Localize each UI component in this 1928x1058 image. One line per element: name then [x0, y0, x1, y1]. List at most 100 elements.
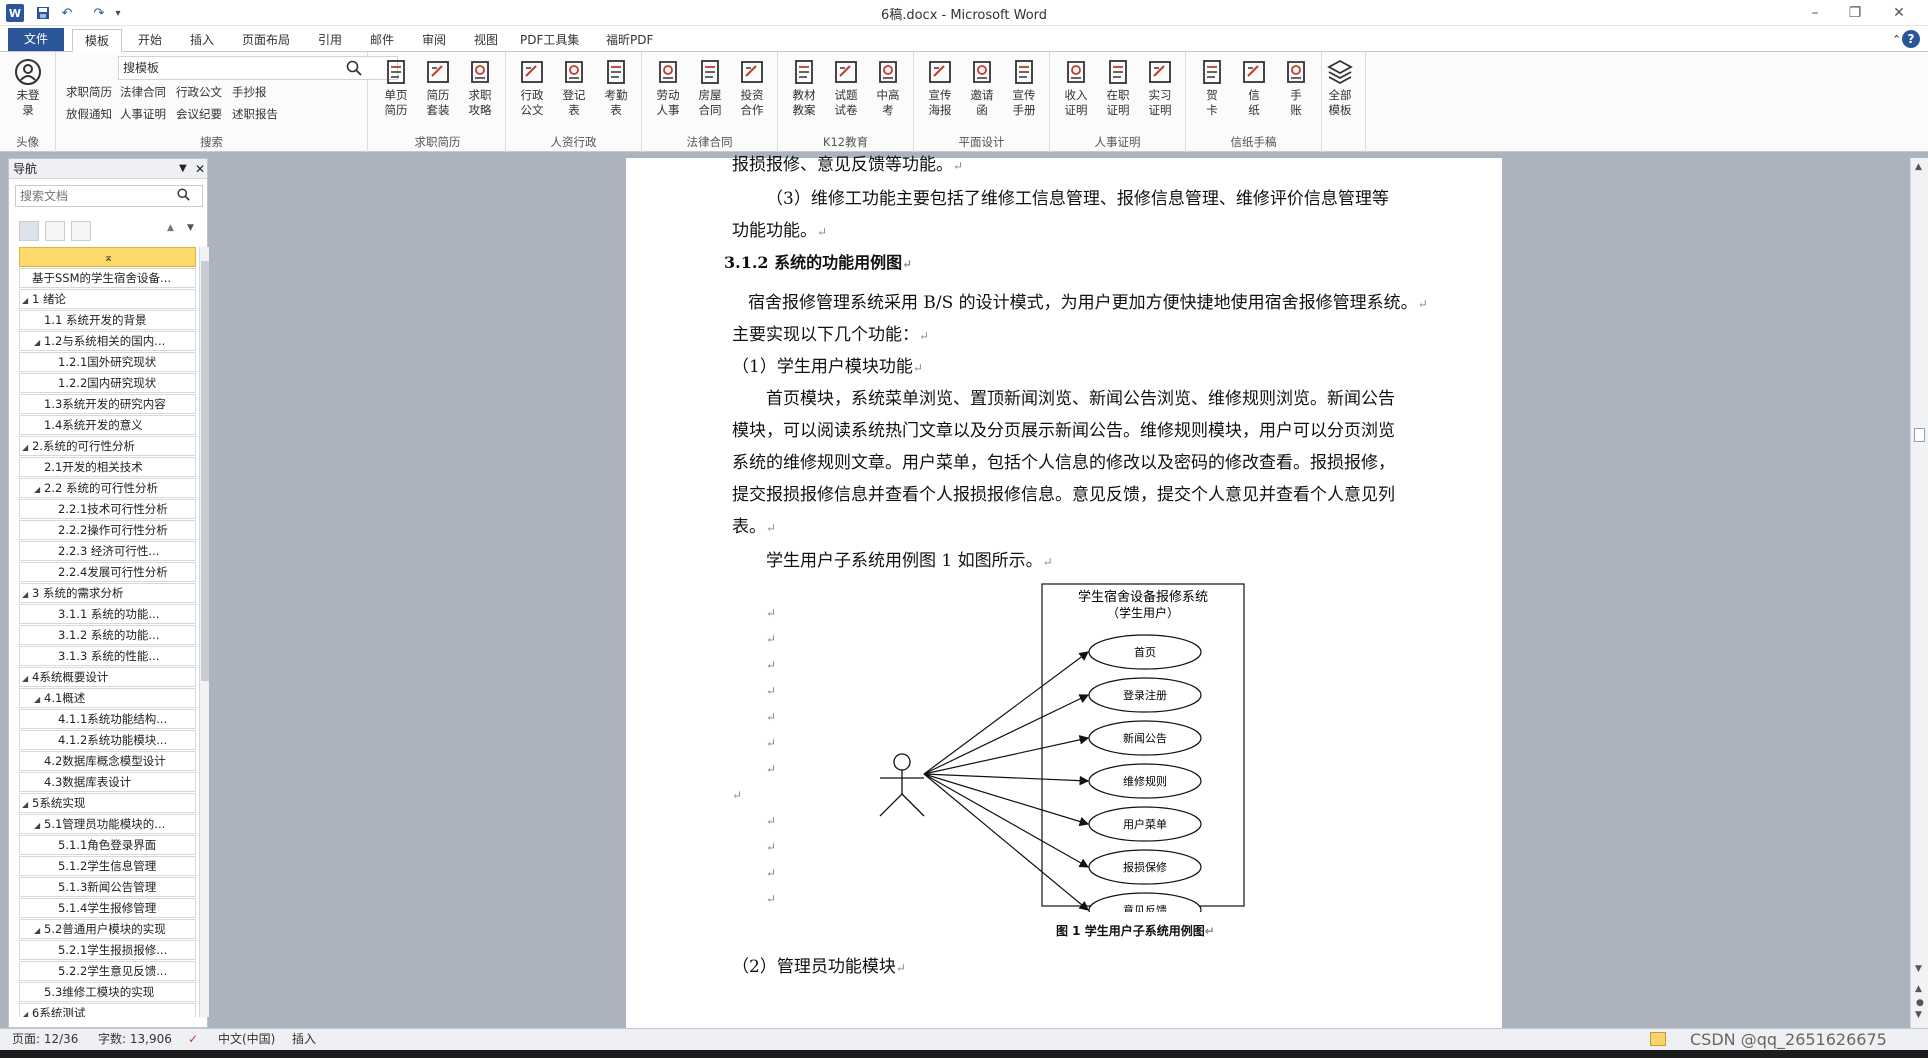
- browse-object-icon[interactable]: ●: [1916, 998, 1924, 1008]
- tab-review[interactable]: 审阅: [414, 29, 454, 52]
- template-button[interactable]: 教材 教案: [784, 58, 824, 128]
- template-button[interactable]: 手 账: [1276, 58, 1316, 128]
- search-link[interactable]: 手抄报: [232, 84, 267, 100]
- all-templates-button[interactable]: 全部 模板: [1320, 58, 1360, 128]
- template-button[interactable]: 试题 试卷: [826, 58, 866, 128]
- tab-home[interactable]: 开始: [130, 29, 170, 52]
- scroll-down-icon[interactable]: ▼: [1915, 964, 1922, 974]
- nav-heading-item[interactable]: ◢ 4系统概要设计: [19, 667, 196, 687]
- nav-heading-item[interactable]: 2.1开发的相关技术: [19, 457, 196, 477]
- template-button[interactable]: 实习 证明: [1140, 58, 1180, 128]
- nav-heading-item[interactable]: ◢ 1 绪论: [19, 289, 196, 309]
- results-view-icon[interactable]: [71, 221, 91, 241]
- nav-heading-item[interactable]: ◢ 2.2 系统的可行性分析: [19, 478, 196, 498]
- expand-triangle-icon[interactable]: ◢: [34, 816, 44, 833]
- nav-heading-item[interactable]: 1.3系统开发的研究内容: [19, 394, 196, 414]
- nav-heading-item[interactable]: ◢ 4.1概述: [19, 688, 196, 708]
- expand-triangle-icon[interactable]: ◢: [22, 438, 32, 455]
- headings-view-icon[interactable]: [19, 221, 39, 241]
- tab-file[interactable]: 文件: [8, 28, 64, 51]
- nav-heading-item[interactable]: 3.1.3 系统的性能...: [19, 646, 196, 666]
- template-button[interactable]: 信 纸: [1234, 58, 1274, 128]
- tab-template[interactable]: 模板: [72, 29, 122, 52]
- nav-close-icon[interactable]: ✕: [195, 159, 205, 179]
- template-button[interactable]: 简历 套装: [418, 58, 458, 128]
- template-button[interactable]: 中高 考: [868, 58, 908, 128]
- nav-heading-item[interactable]: 5.1.4学生报修管理: [19, 898, 196, 918]
- page-count[interactable]: 页面: 12/36: [12, 1029, 78, 1050]
- expand-triangle-icon[interactable]: ◢: [22, 585, 32, 602]
- expand-triangle-icon[interactable]: ◢: [34, 333, 44, 350]
- tab-page-layout[interactable]: 页面布局: [234, 29, 298, 52]
- minimize-icon[interactable]: –: [1800, 2, 1830, 24]
- tab-insert[interactable]: 插入: [182, 29, 222, 52]
- template-button[interactable]: 行政 公文: [512, 58, 552, 128]
- nav-heading-item[interactable]: 3.1.2 系统的功能...: [19, 625, 196, 645]
- nav-heading-item[interactable]: 5.2.1学生报损报修...: [19, 940, 196, 960]
- template-button[interactable]: 宣传 手册: [1004, 58, 1044, 128]
- expand-triangle-icon[interactable]: ◢: [34, 921, 44, 938]
- nav-heading-item[interactable]: 5.1.3新闻公告管理: [19, 877, 196, 897]
- insert-mode[interactable]: 插入: [292, 1029, 316, 1050]
- template-button[interactable]: 房屋 合同: [690, 58, 730, 128]
- login-button[interactable]: 未登 录: [8, 58, 48, 128]
- search-link[interactable]: 述职报告: [232, 106, 278, 122]
- print-layout-icon[interactable]: [1650, 1032, 1666, 1046]
- nav-heading-item[interactable]: 基于SSM的学生宿舍设备...: [19, 268, 196, 288]
- nav-heading-item[interactable]: 2.2.4发展可行性分析: [19, 562, 196, 582]
- nav-heading-item[interactable]: ⌅: [19, 247, 196, 267]
- tab-pdf-tools[interactable]: PDF工具集: [512, 29, 587, 52]
- nav-heading-item[interactable]: 4.3数据库表设计: [19, 772, 196, 792]
- nav-heading-item[interactable]: 4.1.2系统功能模块...: [19, 730, 196, 750]
- expand-triangle-icon[interactable]: ◢: [22, 291, 32, 308]
- nav-scroll-thumb[interactable]: [201, 261, 209, 681]
- scroll-up-icon[interactable]: ▲: [1915, 162, 1922, 172]
- restore-icon[interactable]: ❐: [1840, 2, 1870, 24]
- search-icon[interactable]: [346, 60, 362, 79]
- nav-heading-item[interactable]: ◢ 6系统测试: [19, 1003, 196, 1017]
- pages-view-icon[interactable]: [45, 221, 65, 241]
- nav-heading-item[interactable]: 1.2.1国外研究现状: [19, 352, 196, 372]
- nav-heading-item[interactable]: ◢ 1.2与系统相关的国内...: [19, 331, 196, 351]
- template-button[interactable]: 邀请 函: [962, 58, 1002, 128]
- template-button[interactable]: 考勤 表: [596, 58, 636, 128]
- tab-references[interactable]: 引用: [310, 29, 350, 52]
- nav-heading-item[interactable]: ◢ 3 系统的需求分析: [19, 583, 196, 603]
- next-heading-icon[interactable]: ▼: [187, 223, 194, 233]
- nav-heading-item[interactable]: 1.4系统开发的意义: [19, 415, 196, 435]
- nav-heading-item[interactable]: 4.1.1系统功能结构...: [19, 709, 196, 729]
- search-link[interactable]: 求职简历: [66, 84, 112, 100]
- expand-triangle-icon[interactable]: ◢: [34, 690, 44, 707]
- tab-foxit-pdf[interactable]: 福昕PDF: [598, 29, 661, 52]
- template-button[interactable]: 登记 表: [554, 58, 594, 128]
- word-count[interactable]: 字数: 13,906: [98, 1029, 172, 1050]
- search-link[interactable]: 人事证明: [120, 106, 166, 122]
- nav-scrollbar[interactable]: [199, 247, 209, 1017]
- nav-heading-item[interactable]: 3.1.1 系统的功能...: [19, 604, 196, 624]
- search-link[interactable]: 放假通知: [66, 106, 112, 122]
- search-link[interactable]: 行政公文: [176, 84, 222, 100]
- search-link[interactable]: 法律合同: [120, 84, 166, 100]
- template-button[interactable]: 单页 简历: [376, 58, 416, 128]
- nav-heading-item[interactable]: 1.1 系统开发的背景: [19, 310, 196, 330]
- search-link[interactable]: 会议纪要: [176, 106, 222, 122]
- nav-heading-item[interactable]: 5.3维修工模块的实现: [19, 982, 196, 1002]
- document-page[interactable]: 报损报修、意见反馈等功能。↵ （3）维修工功能主要包括了维修工信息管理、报修信息…: [626, 155, 1502, 1028]
- nav-heading-item[interactable]: 5.1.1角色登录界面: [19, 835, 196, 855]
- scroll-thumb[interactable]: [1914, 428, 1925, 442]
- prev-heading-icon[interactable]: ▲: [167, 223, 174, 233]
- nav-heading-item[interactable]: ◢ 2.系统的可行性分析: [19, 436, 196, 456]
- template-button[interactable]: 收入 证明: [1056, 58, 1096, 128]
- nav-search-icon[interactable]: [177, 188, 190, 204]
- expand-triangle-icon[interactable]: ◢: [22, 795, 32, 812]
- proofing-icon[interactable]: ✓: [188, 1029, 198, 1050]
- close-icon[interactable]: ✕: [1884, 2, 1914, 24]
- tab-mailings[interactable]: 邮件: [362, 29, 402, 52]
- template-button[interactable]: 贺 卡: [1192, 58, 1232, 128]
- nav-heading-item[interactable]: ◢ 5.1管理员功能模块的...: [19, 814, 196, 834]
- template-button[interactable]: 宣传 海报: [920, 58, 960, 128]
- help-icon[interactable]: ?: [1902, 30, 1920, 48]
- template-button[interactable]: 求职 攻略: [460, 58, 500, 128]
- template-button[interactable]: 在职 证明: [1098, 58, 1138, 128]
- expand-triangle-icon[interactable]: ◢: [34, 480, 44, 497]
